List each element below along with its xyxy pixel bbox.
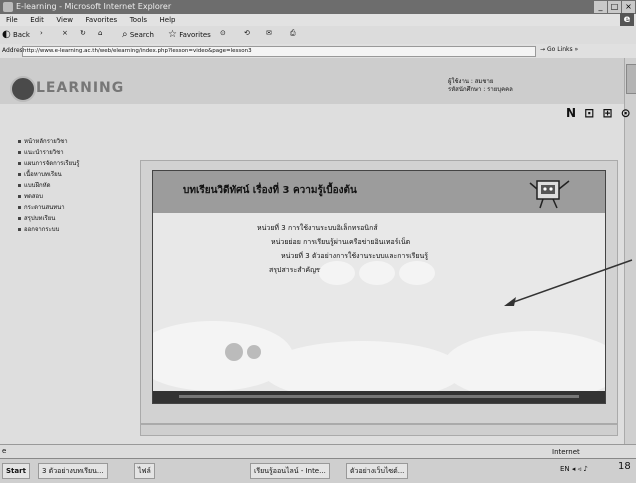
page-status-icon: e <box>2 447 7 455</box>
refresh-button[interactable]: ↻ <box>80 29 86 37</box>
menu-bar: File Edit View Favorites Tools Help e <box>0 13 636 27</box>
taskbar-item-1[interactable]: 3 ตัวอย่างบทเรียน... <box>38 463 108 479</box>
video-line-3: หน่วยที่ 3 ตัวอย่างการใช้งานระบบและการเร… <box>281 252 429 260</box>
address-input[interactable]: http://www.e-learning.ac.th/web/elearnin… <box>22 46 536 57</box>
menu-tools[interactable]: Tools <box>130 16 147 24</box>
search-icon: ⌕ <box>122 29 128 40</box>
sidebar-item-plan[interactable]: แผนการจัดการเรียนรู้ <box>18 158 138 169</box>
windows-logo-icon: e <box>620 13 634 27</box>
security-zone: Internet <box>552 448 580 456</box>
sidebar-item-home[interactable]: หน้าหลักรายวิชา <box>18 136 138 147</box>
close-button[interactable]: × <box>622 1 635 13</box>
cloud-shape <box>319 261 355 285</box>
video-line-2: หน่วยย่อย การเรียนรู้ผ่านเครือข่ายอินเทอ… <box>271 238 411 246</box>
sidebar-item-test[interactable]: ทดสอบ <box>18 191 138 202</box>
star-icon: ☆ <box>168 29 177 40</box>
maximize-button[interactable]: □ <box>608 1 621 13</box>
video-controls[interactable] <box>153 391 605 403</box>
user-id: รหัสนักศึกษา : รายบุคคล <box>448 86 513 93</box>
video-line-1: หน่วยที่ 3 การใช้งานระบบอิเล็กทรอนิกส์ <box>257 224 378 232</box>
taskbar-item-2[interactable]: ไฟล์ <box>134 463 155 479</box>
taskbar: Start 3 ตัวอย่างบทเรียน... ไฟล์ เรียนรู้… <box>0 458 636 483</box>
mail-button[interactable]: ✉ <box>266 29 272 37</box>
bullet-icon <box>18 206 21 209</box>
cloud-shape <box>399 261 435 285</box>
ie-app-icon <box>3 2 13 12</box>
robot-mascot-icon <box>529 180 570 209</box>
taskbar-item-3[interactable]: เรียนรู้ออนไลน์ - Inte... <box>250 463 330 479</box>
standard-toolbar: ◐ Back › × ↻ ⌂ ⌕ Search ☆ Favorites ⊙ ⟲ … <box>0 26 636 44</box>
status-bar: e Internet <box>0 444 636 459</box>
back-arrow-icon: ◐ <box>2 29 11 40</box>
minimize-button[interactable]: _ <box>594 1 607 13</box>
site-logo-text: LEARNING <box>36 80 125 96</box>
print-button[interactable]: ⎙ <box>290 29 296 38</box>
menu-file[interactable]: File <box>6 16 18 24</box>
menu-view[interactable]: View <box>56 16 73 24</box>
bullet-icon <box>18 151 21 154</box>
go-button[interactable]: → Go Links » <box>540 46 578 53</box>
video-title: บทเรียนวิดีทัศน์ เรื่องที่ 3 ความรู้เบื้… <box>183 185 357 196</box>
back-button[interactable]: ◐ Back <box>2 29 30 40</box>
bullet-icon <box>18 162 21 165</box>
sidebar-item-content[interactable]: เนื้อหาบทเรียน <box>18 169 138 180</box>
bullet-icon <box>18 217 21 220</box>
stop-button[interactable]: × <box>62 29 68 37</box>
start-button[interactable]: Start <box>2 463 30 479</box>
address-bar: Address http://www.e-learning.ac.th/web/… <box>0 44 636 59</box>
bullet-icon <box>18 140 21 143</box>
search-button[interactable]: ⌕ Search <box>122 29 154 40</box>
forward-button[interactable]: › <box>40 29 43 37</box>
ball-shape <box>247 345 261 359</box>
sidebar-item-intro[interactable]: แนะนำรายวิชา <box>18 147 138 158</box>
bullet-icon <box>18 195 21 198</box>
sidebar-item-forum[interactable]: กระดานสนทนา <box>18 202 138 213</box>
ball-shape <box>225 343 243 361</box>
window-title: E-learning - Microsoft Internet Explorer <box>16 2 172 11</box>
user-name: ผู้ใช้งาน : สมชาย <box>448 78 494 85</box>
cloud-shape <box>359 261 395 285</box>
home-button[interactable]: ⌂ <box>98 29 102 37</box>
window-title-bar[interactable]: E-learning - Microsoft Internet Explorer… <box>0 0 636 14</box>
system-tray[interactable]: EN ◂ ◃ ♪ <box>560 465 588 473</box>
user-info: ผู้ใช้งาน : สมชาย รหัสนักศึกษา : รายบุคค… <box>448 78 513 94</box>
video-progress[interactable] <box>179 395 579 398</box>
elearning-logo-icon <box>10 76 36 102</box>
media-button[interactable]: ⊙ <box>220 29 226 37</box>
taskbar-item-4[interactable]: ตัวอย่างเว็บไซต์... <box>346 463 409 479</box>
bullet-icon <box>18 184 21 187</box>
menu-favorites[interactable]: Favorites <box>86 16 118 24</box>
bullet-icon <box>18 173 21 176</box>
scroll-thumb[interactable] <box>626 64 636 94</box>
sidebar-item-exercise[interactable]: แบบฝึกหัด <box>18 180 138 191</box>
horizontal-scrollbar[interactable] <box>140 424 618 436</box>
video-player[interactable]: บทเรียนวิดีทัศน์ เรื่องที่ 3 ความรู้เบื้… <box>152 170 606 404</box>
clock: 18 <box>618 461 631 472</box>
sidebar-nav: หน้าหลักรายวิชา แนะนำรายวิชา แผนการจัดกา… <box>18 136 138 235</box>
bullet-icon <box>18 228 21 231</box>
sidebar-item-summary[interactable]: สรุปบทเรียน <box>18 213 138 224</box>
history-button[interactable]: ⟲ <box>244 29 250 37</box>
menu-edit[interactable]: Edit <box>30 16 44 24</box>
sidebar-item-logout[interactable]: ออกจากระบบ <box>18 224 138 235</box>
tool-icons[interactable]: N ⊡ ⊞ ⊙ <box>566 106 633 120</box>
menu-help[interactable]: Help <box>160 16 176 24</box>
favorites-button[interactable]: ☆ Favorites <box>168 29 211 40</box>
